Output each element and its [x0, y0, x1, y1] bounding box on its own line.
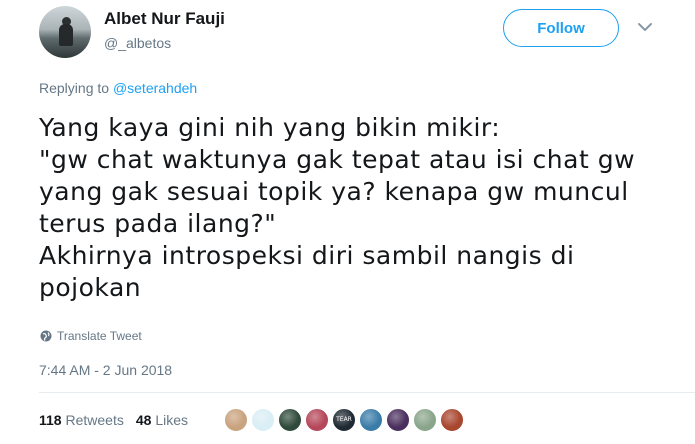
- liker-avatar[interactable]: [413, 408, 437, 432]
- tweet-line: Akhirnya introspeksi diri sambil nangis …: [39, 241, 575, 270]
- tweet-line: terus pada ilang?": [39, 209, 277, 238]
- likes-count: 48: [135, 412, 152, 428]
- translate-tweet-link[interactable]: Translate Tweet: [40, 329, 142, 343]
- author-handle[interactable]: @_albetos: [104, 35, 171, 51]
- tweet-text: Yang kaya gini nih yang bikin mikir: "gw…: [39, 112, 679, 304]
- globe-icon: [40, 330, 52, 342]
- replying-to: Replying to @seterahdeh: [39, 80, 197, 96]
- liker-avatar-text: TEAR: [336, 416, 352, 423]
- liker-avatar[interactable]: [278, 408, 302, 432]
- retweets-stat[interactable]: 118 Retweets: [39, 412, 124, 428]
- author-avatar[interactable]: [39, 6, 91, 58]
- tweet-line: "gw chat waktunya gak tepat atau isi cha…: [39, 145, 636, 174]
- retweets-count: 118: [39, 412, 62, 428]
- tweet-timestamp[interactable]: 7:44 AM - 2 Jun 2018: [39, 362, 172, 378]
- divider: [39, 392, 695, 393]
- liker-avatar[interactable]: [251, 408, 275, 432]
- translate-label: Translate Tweet: [57, 329, 142, 343]
- likes-label: Likes: [155, 412, 188, 428]
- chevron-down-icon[interactable]: [637, 20, 653, 34]
- tweet-stats: 118 Retweets 48 Likes: [39, 412, 188, 428]
- liker-avatars: TEAR: [224, 408, 464, 432]
- retweets-label: Retweets: [65, 412, 124, 428]
- liker-avatar[interactable]: [440, 408, 464, 432]
- reply-mention-link[interactable]: @seterahdeh: [113, 80, 197, 96]
- liker-avatar[interactable]: [305, 408, 329, 432]
- avatar-figure-body: [59, 24, 73, 46]
- author-name[interactable]: Albet Nur Fauji: [104, 9, 225, 29]
- liker-avatar[interactable]: TEAR: [332, 408, 356, 432]
- follow-button[interactable]: Follow: [503, 9, 619, 47]
- liker-avatar[interactable]: [386, 408, 410, 432]
- tweet-line: pojokan: [39, 273, 142, 302]
- liker-avatar[interactable]: [224, 408, 248, 432]
- liker-avatar[interactable]: [359, 408, 383, 432]
- tweet-line: Yang kaya gini nih yang bikin mikir:: [39, 113, 501, 142]
- replying-prefix: Replying to: [39, 80, 113, 96]
- tweet-line: yang gak sesuai topik ya? kenapa gw munc…: [39, 177, 629, 206]
- likes-stat[interactable]: 48 Likes: [136, 412, 188, 428]
